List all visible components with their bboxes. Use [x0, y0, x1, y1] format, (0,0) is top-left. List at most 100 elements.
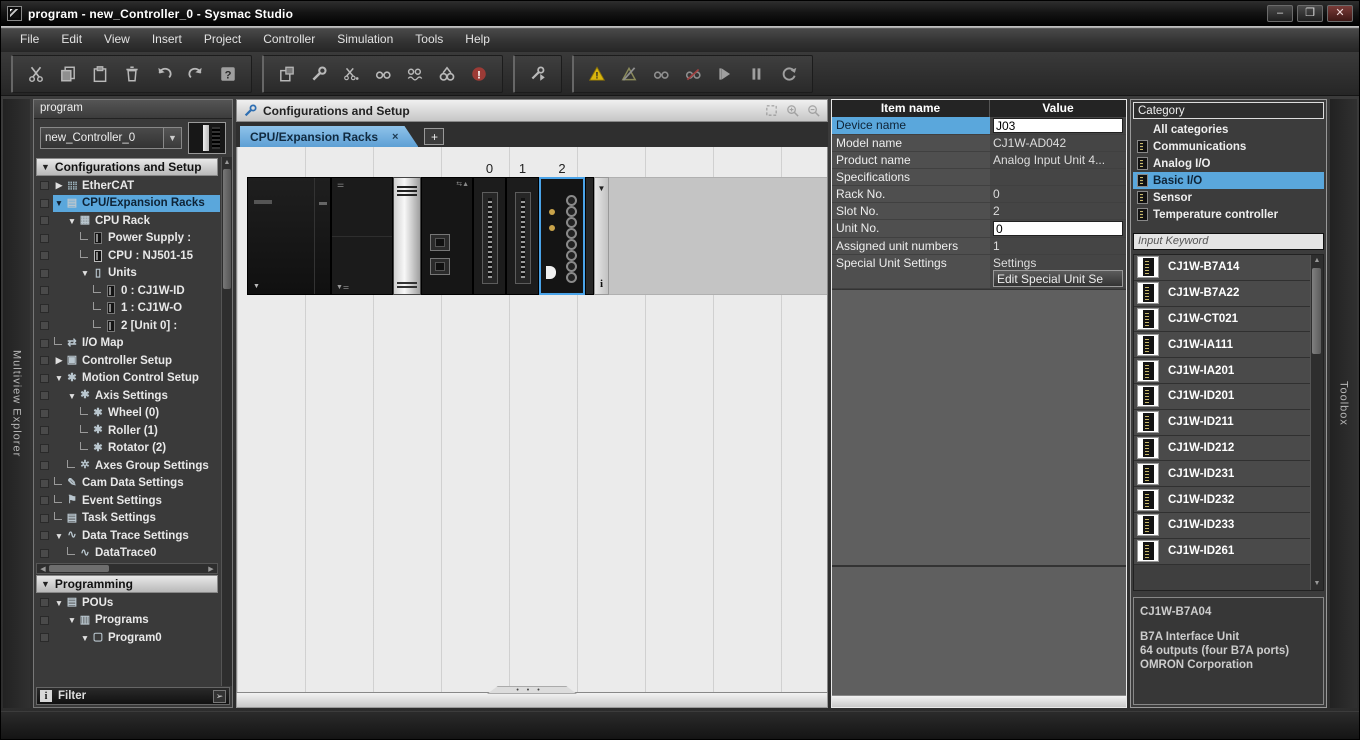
- unit-2-module-selected[interactable]: [539, 177, 585, 295]
- unit-0-module[interactable]: [473, 177, 506, 295]
- tree-checkbox[interactable]: [40, 633, 49, 642]
- redo-icon[interactable]: [181, 60, 211, 88]
- tree-checkbox[interactable]: [40, 426, 49, 435]
- expand-icon[interactable]: ▼: [79, 633, 91, 643]
- rebuild-icon[interactable]: [523, 60, 553, 88]
- expand-icon[interactable]: ▼: [53, 373, 65, 383]
- controller-select[interactable]: new_Controller_0 ▼: [40, 127, 182, 149]
- sync-icon[interactable]: [774, 60, 804, 88]
- export-icon[interactable]: [272, 60, 302, 88]
- tree-item-cpu-nj501-15[interactable]: CPU : NJ501-15: [34, 247, 220, 265]
- chevron-down-icon[interactable]: ▼: [163, 128, 181, 148]
- tree-item-cpu-rack[interactable]: ▼▦CPU Rack: [34, 212, 220, 230]
- ethernet-module[interactable]: [421, 177, 473, 295]
- tree-checkbox[interactable]: [40, 391, 49, 400]
- bottom-splitter[interactable]: •••: [236, 693, 828, 708]
- section-header-configurations[interactable]: ▼Configurations and Setup: [36, 158, 218, 176]
- rack-end-cap[interactable]: [594, 177, 609, 295]
- category-analog-i-o[interactable]: Analog I/O: [1133, 155, 1324, 172]
- tree-item-axes-group-settings[interactable]: ✲Axes Group Settings: [34, 457, 220, 475]
- tree-item-roller-1[interactable]: ✱Roller (1): [34, 422, 220, 440]
- expand-icon[interactable]: ▼: [66, 216, 78, 226]
- power-supply-module[interactable]: [247, 177, 331, 295]
- tree-item-1-cj1w-o[interactable]: 1 : CJ1W-O: [34, 300, 220, 318]
- category-basic-i-o[interactable]: Basic I/O: [1133, 172, 1324, 189]
- pin-icon[interactable]: ➢: [213, 690, 226, 703]
- menu-view[interactable]: View: [93, 28, 141, 50]
- expand-icon[interactable]: ▼: [53, 198, 65, 208]
- device-cj1w-id233[interactable]: CJ1W-ID233: [1134, 513, 1310, 539]
- tree-checkbox[interactable]: [40, 461, 49, 470]
- cpu-module[interactable]: [393, 177, 421, 295]
- expand-icon[interactable]: ▼: [53, 598, 65, 608]
- device-cj1w-id201[interactable]: CJ1W-ID201: [1134, 384, 1310, 410]
- property-value-input[interactable]: [993, 118, 1123, 133]
- tree-item-event-settings[interactable]: ⚑Event Settings: [34, 492, 220, 510]
- tree-checkbox[interactable]: [40, 181, 49, 190]
- restore-button[interactable]: ❐: [1297, 5, 1323, 22]
- tree-item-rotator-2[interactable]: ✱Rotator (2): [34, 440, 220, 458]
- tree-item-units[interactable]: ▼▯Units: [34, 265, 220, 283]
- monitor-icon[interactable]: [646, 60, 676, 88]
- category-temperature-controller[interactable]: Temperature controller: [1133, 206, 1324, 223]
- zoom-in-icon[interactable]: [785, 103, 800, 118]
- edit-special-unit-settings-button[interactable]: Edit Special Unit Se: [993, 270, 1123, 287]
- toolbox-strip[interactable]: Toolbox: [1330, 99, 1357, 708]
- tree-item-wheel-0[interactable]: ✱Wheel (0): [34, 405, 220, 423]
- expand-icon[interactable]: ▼: [66, 615, 78, 625]
- tree-checkbox[interactable]: [40, 234, 49, 243]
- splitter-grip[interactable]: •••: [487, 686, 577, 694]
- tree-item-motion-control-setup[interactable]: ▼✱Motion Control Setup: [34, 370, 220, 388]
- tree-checkbox[interactable]: [40, 409, 49, 418]
- tree-checkbox[interactable]: [40, 598, 49, 607]
- tree-item-2-unit-0[interactable]: 2 [Unit 0] :: [34, 317, 220, 335]
- scroll-up-icon[interactable]: ▲: [1311, 255, 1323, 267]
- unit-1-module[interactable]: [506, 177, 539, 295]
- abort-icon[interactable]: !: [464, 60, 494, 88]
- cut-icon[interactable]: [21, 60, 51, 88]
- tree-checkbox[interactable]: [40, 616, 49, 625]
- tree-checkbox[interactable]: [40, 356, 49, 365]
- tree-item-axis-settings[interactable]: ▼✱Axis Settings: [34, 387, 220, 405]
- tree-checkbox[interactable]: [40, 216, 49, 225]
- device-cj1w-id261[interactable]: CJ1W-ID261: [1134, 539, 1310, 565]
- collapse-icon[interactable]: ▶: [53, 180, 65, 191]
- tab-cpu-expansion-racks[interactable]: CPU/Expansion Racks ×: [240, 126, 418, 147]
- pause-icon[interactable]: [742, 60, 772, 88]
- scroll-down-icon[interactable]: ▼: [1311, 578, 1323, 590]
- device-cj1w-id231[interactable]: CJ1W-ID231: [1134, 461, 1310, 487]
- tree-item-controller-setup[interactable]: ▶▣Controller Setup: [34, 352, 220, 370]
- section-header-programming[interactable]: ▼Programming: [36, 575, 218, 593]
- menu-controller[interactable]: Controller: [252, 28, 326, 50]
- tree-item-power-supply[interactable]: Power Supply :: [34, 230, 220, 248]
- tree-horizontal-scrollbar[interactable]: ◀▶: [36, 563, 218, 574]
- property-value[interactable]: [990, 220, 1126, 237]
- device-cj1w-b7a22[interactable]: CJ1W-B7A22: [1134, 281, 1310, 307]
- tree-checkbox[interactable]: [40, 269, 49, 278]
- property-value[interactable]: SettingsEdit Special Unit Se: [990, 255, 1126, 288]
- io-control-module[interactable]: [331, 177, 393, 295]
- tree-item-program0[interactable]: ▼▢Program0: [34, 629, 220, 647]
- menu-project[interactable]: Project: [193, 28, 252, 50]
- tree-vertical-scrollbar[interactable]: ▲: [221, 157, 232, 686]
- paste-icon[interactable]: [85, 60, 115, 88]
- tree-checkbox[interactable]: [40, 496, 49, 505]
- tree-item-cam-data-settings[interactable]: ✎Cam Data Settings: [34, 475, 220, 493]
- menu-edit[interactable]: Edit: [50, 28, 93, 50]
- menu-simulation[interactable]: Simulation: [326, 28, 404, 50]
- scroll-up-icon[interactable]: ▲: [222, 157, 232, 168]
- watch-icon[interactable]: [368, 60, 398, 88]
- device-cj1w-ia111[interactable]: CJ1W-IA111: [1134, 332, 1310, 358]
- online-edit-icon[interactable]: [336, 60, 366, 88]
- tree-checkbox[interactable]: [40, 251, 49, 260]
- tree-checkbox[interactable]: [40, 549, 49, 558]
- tree-checkbox[interactable]: [40, 374, 49, 383]
- keyword-search-input[interactable]: Input Keyword: [1133, 233, 1324, 250]
- device-cj1w-id212[interactable]: CJ1W-ID212: [1134, 436, 1310, 462]
- tree-checkbox[interactable]: [40, 304, 49, 313]
- tree-item-pous[interactable]: ▼▤POUs: [34, 594, 220, 612]
- device-cj1w-id232[interactable]: CJ1W-ID232: [1134, 487, 1310, 513]
- category-communications[interactable]: Communications: [1133, 138, 1324, 155]
- tree-checkbox[interactable]: [40, 321, 49, 330]
- tree-item-task-settings[interactable]: ▤Task Settings: [34, 510, 220, 528]
